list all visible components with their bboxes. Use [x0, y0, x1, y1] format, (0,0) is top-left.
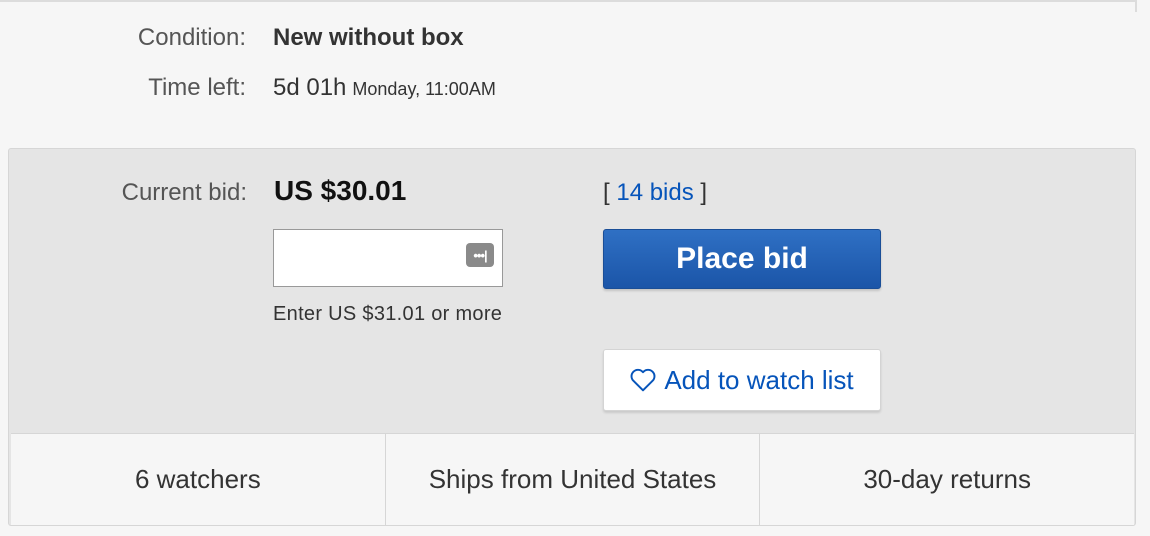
bids-bracket-close: ] — [700, 179, 708, 206]
features-bar: 6 watchers Ships from United States 30-d… — [11, 433, 1134, 525]
heart-icon — [630, 368, 656, 392]
current-bid-amount: US $30.01 — [274, 175, 407, 206]
feature-watchers: 6 watchers — [11, 434, 386, 525]
watch-list-label: Add to watch list — [664, 364, 854, 395]
password-autofill-icon[interactable]: •••| — [466, 243, 494, 267]
time-left-label: Time left: — [148, 74, 246, 101]
current-bid-label: Current bid: — [121, 179, 247, 206]
condition-label: Condition: — [137, 24, 246, 51]
bid-panel: Current bid: US $30.01 [ 14 bids ] •••| … — [8, 148, 1136, 526]
feature-shipping-origin: Ships from United States — [386, 434, 761, 525]
time-left-value: 5d 01h — [273, 74, 347, 101]
bids-count-link[interactable]: 14 bids — [616, 179, 693, 206]
add-to-watch-list-button[interactable]: Add to watch list — [603, 349, 881, 411]
place-bid-button[interactable]: Place bid — [603, 229, 881, 289]
bid-input-wrapper: •••| — [273, 229, 503, 287]
right-divider — [1135, 0, 1137, 12]
condition-value: New without box — [273, 24, 464, 51]
feature-returns: 30-day returns — [863, 464, 1031, 494]
bids-count: [ 14 bids ] — [603, 179, 707, 207]
condition-row: Condition: New without box — [0, 24, 1150, 52]
bids-bracket-open: [ — [603, 179, 610, 206]
current-bid-row: Current bid: US $30.01 — [9, 175, 609, 207]
time-left-row: Time left: 5d 01h Monday, 11:00AM — [0, 74, 1150, 102]
top-divider — [0, 0, 1135, 2]
bid-minimum-hint: Enter US $31.01 or more — [273, 303, 503, 325]
time-left-end: Monday, 11:00AM — [352, 79, 496, 99]
